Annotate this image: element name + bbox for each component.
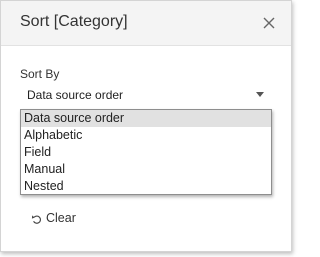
undo-icon <box>31 215 42 224</box>
sort-dialog: Sort [Category] Sort By Data source orde… <box>0 0 292 252</box>
clear-label: Clear <box>46 211 76 225</box>
sort-by-label: Sort By <box>20 67 60 81</box>
sort-by-dropdown-list: Data source order Alphabetic Field Manua… <box>20 109 272 195</box>
option-manual[interactable]: Manual <box>21 161 271 178</box>
option-label: Manual <box>24 162 65 176</box>
option-alphabetic[interactable]: Alphabetic <box>21 127 271 144</box>
sort-by-select[interactable]: Data source order <box>20 85 270 105</box>
option-label: Field <box>24 145 52 159</box>
option-label: Data source order <box>24 111 125 125</box>
option-label: Nested <box>24 179 64 193</box>
option-nested[interactable]: Nested <box>21 178 271 195</box>
dialog-header: Sort [Category] <box>1 1 291 46</box>
close-icon[interactable] <box>261 15 277 31</box>
dialog-title: Sort [Category] <box>20 13 128 30</box>
option-label: Alphabetic <box>24 128 83 142</box>
option-data-source-order[interactable]: Data source order <box>21 110 271 127</box>
chevron-down-icon <box>256 92 264 97</box>
sort-by-selected-value: Data source order <box>27 88 124 102</box>
option-field[interactable]: Field <box>21 144 271 161</box>
